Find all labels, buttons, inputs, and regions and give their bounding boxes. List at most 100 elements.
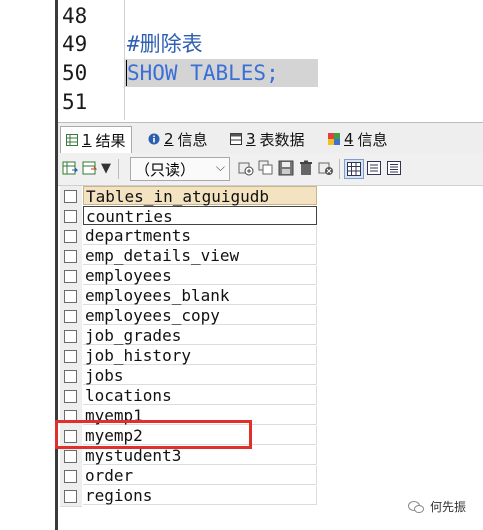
table-row[interactable]: emp_details_view <box>60 246 318 267</box>
tab-number: 2 <box>164 130 174 148</box>
table-row[interactable]: employees <box>60 266 318 287</box>
cancel-changes-icon[interactable] <box>318 160 334 176</box>
tab-label: 信息 <box>357 130 388 149</box>
readonly-select[interactable]: （只读） ⌵ <box>130 157 230 181</box>
text-caret <box>126 60 127 86</box>
row-header <box>60 286 82 307</box>
row-header <box>60 466 82 487</box>
row-checkbox[interactable] <box>64 470 77 483</box>
line-number: 51 <box>62 90 88 114</box>
table-cell[interactable]: locations <box>83 386 317 405</box>
result-toolbar: ▼ （只读） ⌵ <box>58 153 483 186</box>
row-header <box>60 486 82 507</box>
row-header <box>60 226 82 247</box>
line-number: 50 <box>62 61 88 85</box>
table-cell[interactable]: order <box>83 466 317 485</box>
row-checkbox[interactable] <box>64 330 77 343</box>
row-header <box>60 366 82 387</box>
delete-icon[interactable] <box>298 160 314 176</box>
insert-row-icon[interactable] <box>238 160 254 176</box>
table-cell[interactable]: employees_blank <box>83 286 317 305</box>
dropdown-arrow-icon[interactable]: ▼ <box>100 160 112 176</box>
row-checkbox[interactable] <box>64 310 77 323</box>
wechat-icon <box>408 500 424 513</box>
code-statement[interactable]: SHOW TABLES; <box>127 60 279 86</box>
tab-label: 表数据 <box>259 130 305 149</box>
tab-label: 信息 <box>177 130 208 149</box>
tab-info-4[interactable]: 4 信息 <box>328 126 388 152</box>
table-row[interactable]: job_history <box>60 346 318 367</box>
select-all-checkbox[interactable] <box>64 190 77 203</box>
table-cell[interactable]: countries <box>83 206 317 226</box>
grid-header-row: Tables_in_atguigudb <box>60 186 318 207</box>
line-number: 48 <box>62 4 88 28</box>
table-row[interactable]: job_grades <box>60 326 318 347</box>
table-cell[interactable]: employees <box>83 266 317 285</box>
info-colored-icon <box>328 133 340 145</box>
row-checkbox[interactable] <box>64 450 77 463</box>
table-row[interactable]: departments <box>60 226 318 247</box>
table-cell[interactable]: job_grades <box>83 326 317 345</box>
table-cell[interactable]: jobs <box>83 366 317 385</box>
row-checkbox[interactable] <box>64 350 77 363</box>
row-header <box>60 346 82 367</box>
row-checkbox[interactable] <box>64 290 77 303</box>
table-cell[interactable]: regions <box>83 486 317 505</box>
form-view-icon[interactable] <box>366 160 382 176</box>
export-icon[interactable] <box>62 160 78 176</box>
tab-label: 结果 <box>95 131 126 150</box>
row-header <box>60 246 82 267</box>
chevron-down-icon: ⌵ <box>215 160 225 174</box>
table-row[interactable]: locations <box>60 386 318 407</box>
toolbar-separator <box>118 159 119 179</box>
watermark-text: 何先振 <box>430 500 467 514</box>
row-checkbox[interactable] <box>64 270 77 283</box>
text-view-icon[interactable] <box>386 160 402 176</box>
table-row[interactable]: regions <box>60 486 318 507</box>
left-panel-edge <box>0 0 57 530</box>
row-header <box>60 206 82 227</box>
line-number: 49 <box>62 32 88 56</box>
row-checkbox[interactable] <box>64 210 77 223</box>
table-cell[interactable]: job_history <box>83 346 317 365</box>
row-checkbox[interactable] <box>64 250 77 263</box>
table-row[interactable]: employees_blank <box>60 286 318 307</box>
table-row[interactable]: countries <box>60 206 318 227</box>
table-icon <box>230 133 242 145</box>
code-text: SHOW TABLES; <box>127 61 279 85</box>
tab-number: 4 <box>344 130 354 148</box>
row-header <box>60 446 82 467</box>
row-checkbox[interactable] <box>64 490 77 503</box>
table-cell[interactable]: emp_details_view <box>83 246 317 265</box>
table-row[interactable]: mystudent3 <box>60 446 318 467</box>
tab-number: 3 <box>246 130 256 148</box>
tab-results[interactable]: 1 结果 <box>60 126 132 153</box>
grid-view-icon[interactable] <box>344 159 364 179</box>
row-checkbox[interactable] <box>64 390 77 403</box>
tab-info[interactable]: 2 信息 <box>148 126 208 152</box>
readonly-select-value: （只读） <box>135 160 196 179</box>
tab-number: 1 <box>82 131 92 149</box>
tab-table-data[interactable]: 3 表数据 <box>230 126 305 152</box>
code-comment[interactable]: #删除表 <box>127 31 203 57</box>
table-row[interactable]: jobs <box>60 366 318 387</box>
toolbar-separator <box>339 159 340 179</box>
import-icon[interactable] <box>82 160 98 176</box>
row-header <box>60 186 82 207</box>
grid-icon <box>66 134 78 146</box>
table-row[interactable]: employees_copy <box>60 306 318 327</box>
save-icon[interactable] <box>278 160 294 176</box>
row-checkbox[interactable] <box>64 370 77 383</box>
highlight-annotation-box <box>55 420 252 449</box>
table-cell[interactable]: departments <box>83 226 317 245</box>
row-header <box>60 326 82 347</box>
column-header[interactable]: Tables_in_atguigudb <box>83 186 317 206</box>
info-icon <box>148 133 160 145</box>
table-row[interactable]: order <box>60 466 318 487</box>
row-checkbox[interactable] <box>64 230 77 243</box>
row-header <box>60 306 82 327</box>
duplicate-row-icon[interactable] <box>258 160 274 176</box>
table-cell[interactable]: employees_copy <box>83 306 317 325</box>
result-tabs: 1 结果 2 信息 3 表数据 4 信息 <box>58 122 483 154</box>
row-header <box>60 266 82 287</box>
